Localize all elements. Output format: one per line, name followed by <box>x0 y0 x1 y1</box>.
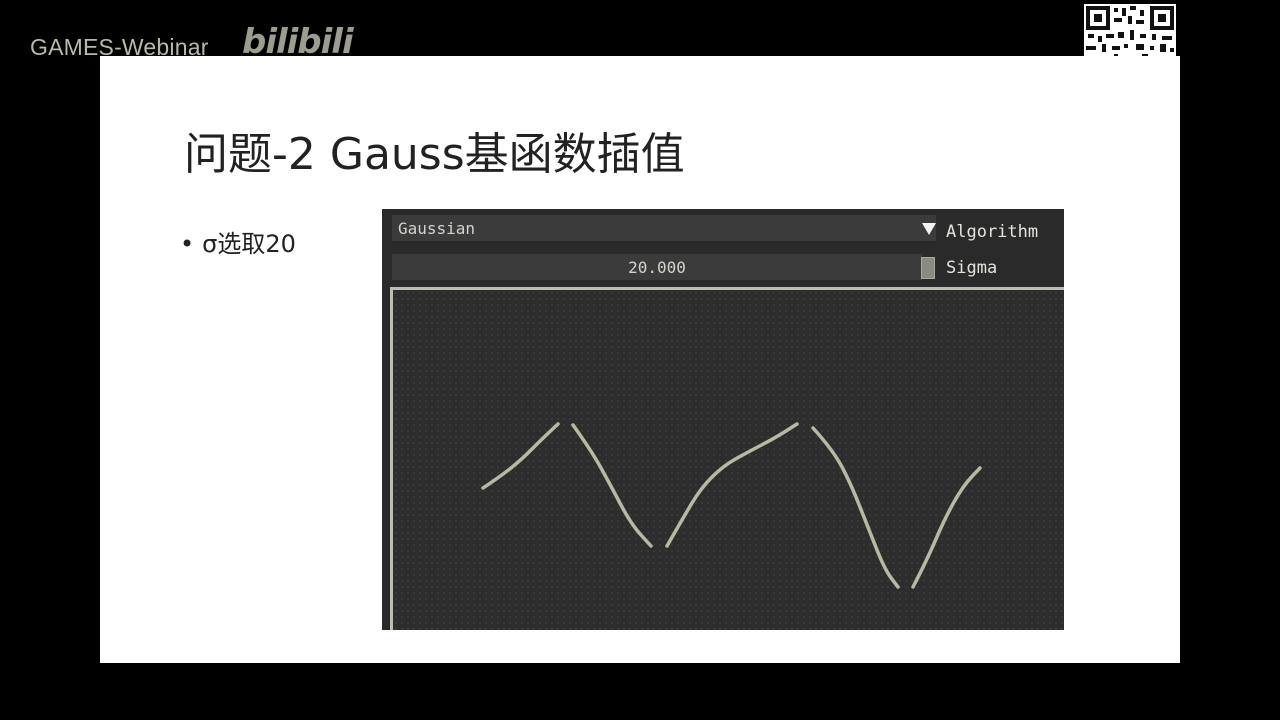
bullet-text: σ选取20 <box>202 230 296 258</box>
interpolation-curve-plot <box>481 422 982 589</box>
curve-segment <box>571 423 653 548</box>
bullet-item: • σ选取20 <box>180 224 296 259</box>
curve-segment <box>911 466 982 589</box>
sigma-label: Sigma <box>946 258 998 278</box>
curve-segment <box>811 426 900 589</box>
sigma-value: 20.000 <box>628 258 686 277</box>
algorithm-label: Algorithm <box>946 222 1039 242</box>
dropdown-arrow-icon[interactable] <box>922 223 936 235</box>
curve-segment <box>481 422 560 490</box>
slide: 问题-2 Gauss基函数插值 • σ选取20 Gaussian Algorith… <box>100 56 1180 663</box>
slide-title: 问题-2 Gauss基函数插值 <box>184 129 685 180</box>
algorithm-combo[interactable]: Gaussian <box>392 215 936 241</box>
sigma-slider[interactable]: 20.000 <box>392 254 922 280</box>
plot-canvas[interactable] <box>390 287 1064 630</box>
interpolation-app-window: Gaussian Algorithm 20.000 Sigma <box>382 209 1064 630</box>
bullet-marker: • <box>180 230 195 258</box>
algorithm-value: Gaussian <box>398 219 476 238</box>
curve-segment <box>665 422 799 548</box>
sigma-slider-grab[interactable] <box>921 257 935 279</box>
